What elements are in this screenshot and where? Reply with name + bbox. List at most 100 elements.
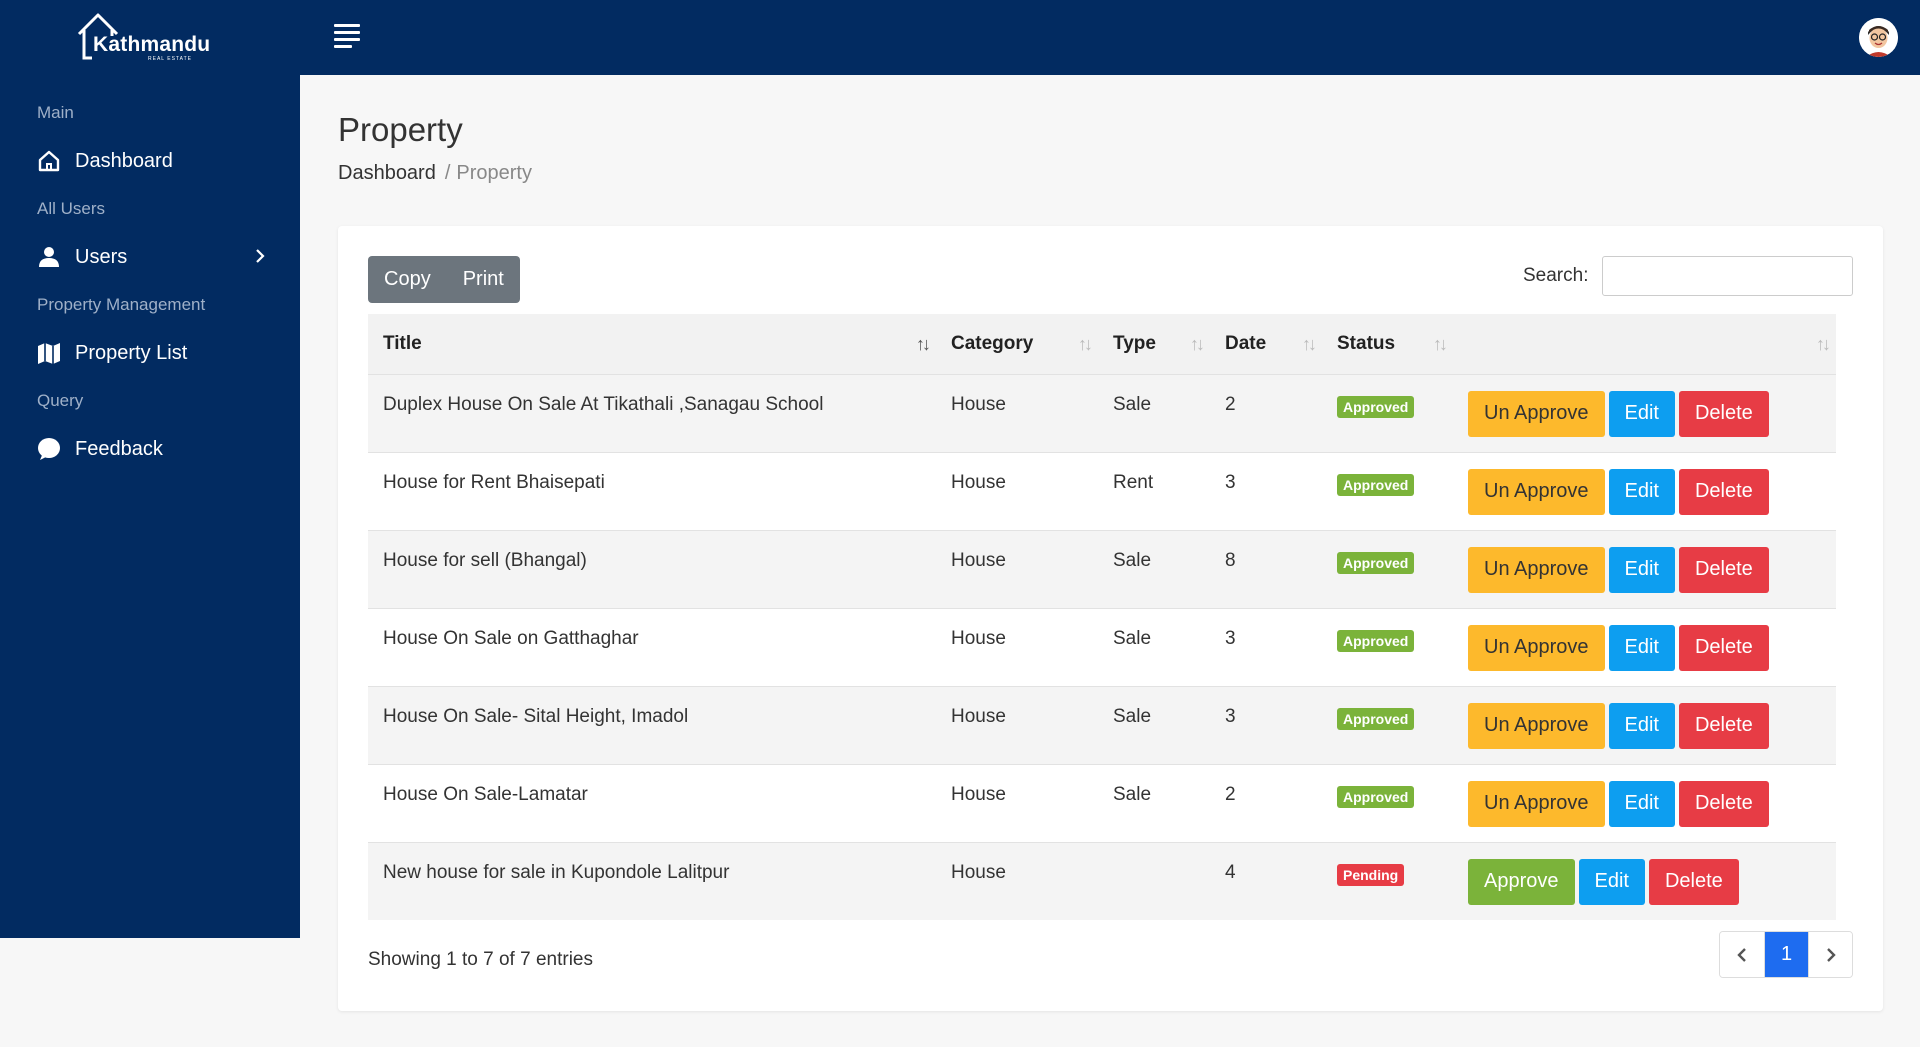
copy-button[interactable]: Copy bbox=[368, 256, 447, 303]
property-table-card: Copy Print Search: Title ↑↓ Category ↑↓ Ty… bbox=[338, 226, 1883, 1011]
print-button[interactable]: Print bbox=[447, 256, 520, 303]
map-icon bbox=[37, 341, 61, 365]
cell-category: House bbox=[936, 685, 1098, 764]
table-row: House On Sale-Lamatar House Sale 2 Appro… bbox=[368, 763, 1836, 842]
chevron-right-icon bbox=[253, 247, 267, 271]
unapprove-button[interactable]: Un Approve bbox=[1468, 546, 1605, 593]
cell-actions: Un Approve Edit Delete bbox=[1453, 763, 1836, 842]
top-header: Kathmandu REAL ESTATE bbox=[0, 0, 1920, 75]
sort-icon: ↑↓ bbox=[1302, 334, 1317, 354]
table-info-text: Showing 1 to 7 of 7 entries bbox=[368, 949, 593, 970]
sidebar-item-dashboard[interactable]: Dashboard bbox=[37, 146, 267, 176]
avatar-face-icon bbox=[1859, 18, 1898, 57]
breadcrumb-separator: / bbox=[444, 162, 451, 184]
sidebar-section-property-management: Property Management bbox=[37, 295, 206, 314]
sidebar-section-main: Main bbox=[37, 103, 74, 122]
cell-category: House bbox=[936, 373, 1098, 452]
next-page-button[interactable] bbox=[1808, 932, 1852, 977]
column-header-actions[interactable]: ↑↓ bbox=[1453, 314, 1836, 374]
cell-type: Sale bbox=[1098, 529, 1210, 608]
unapprove-button[interactable]: Un Approve bbox=[1468, 468, 1605, 515]
delete-button[interactable]: Delete bbox=[1678, 780, 1769, 827]
status-badge: Approved bbox=[1337, 629, 1415, 652]
cell-category: House bbox=[936, 763, 1098, 842]
status-badge: Pending bbox=[1337, 863, 1405, 886]
edit-button[interactable]: Edit bbox=[1608, 702, 1675, 749]
approve-button[interactable]: Approve bbox=[1468, 858, 1575, 905]
status-badge: Approved bbox=[1337, 785, 1415, 808]
user-icon bbox=[37, 245, 61, 269]
page-title: Property bbox=[338, 111, 463, 148]
table-row: Duplex House On Sale At Tikathali ,Sanag… bbox=[368, 373, 1836, 452]
sidebar-item-label: Feedback bbox=[75, 437, 163, 460]
cell-status: Approved bbox=[1322, 373, 1453, 452]
table-row: House On Sale on Gatthaghar House Sale 3… bbox=[368, 607, 1836, 686]
cell-type bbox=[1098, 841, 1210, 920]
sort-icon: ↑↓ bbox=[1433, 334, 1448, 354]
sidebar: Main Dashboard All Users Users Property … bbox=[0, 75, 300, 938]
chevron-left-icon bbox=[1737, 947, 1746, 962]
logo-subtitle: REAL ESTATE bbox=[148, 56, 192, 62]
cell-actions: Un Approve Edit Delete bbox=[1453, 529, 1836, 608]
sidebar-section-query: Query bbox=[37, 391, 84, 410]
edit-button[interactable]: Edit bbox=[1608, 780, 1675, 827]
column-header-type[interactable]: Type ↑↓ bbox=[1098, 314, 1210, 374]
search-input[interactable] bbox=[1602, 256, 1853, 296]
sort-icon: ↑↓ bbox=[1190, 334, 1205, 354]
breadcrumb: Dashboard / Property bbox=[338, 162, 532, 185]
breadcrumb-link-dashboard[interactable]: Dashboard bbox=[338, 162, 436, 184]
edit-button[interactable]: Edit bbox=[1578, 858, 1645, 905]
pagination: 1 bbox=[1719, 931, 1853, 978]
cell-date: 2 bbox=[1210, 373, 1322, 452]
edit-button[interactable]: Edit bbox=[1608, 546, 1675, 593]
unapprove-button[interactable]: Un Approve bbox=[1468, 702, 1605, 749]
cell-title: House On Sale-Lamatar bbox=[368, 763, 936, 842]
table-row: New house for sale in Kupondole Lalitpur… bbox=[368, 841, 1836, 920]
cell-date: 3 bbox=[1210, 685, 1322, 764]
unapprove-button[interactable]: Un Approve bbox=[1468, 780, 1605, 827]
edit-button[interactable]: Edit bbox=[1608, 390, 1675, 437]
sidebar-item-property-list[interactable]: Property List bbox=[37, 338, 267, 368]
delete-button[interactable]: Delete bbox=[1648, 858, 1739, 905]
delete-button[interactable]: Delete bbox=[1678, 390, 1769, 437]
table-row: House On Sale- Sital Height, Imadol Hous… bbox=[368, 685, 1836, 764]
previous-page-button[interactable] bbox=[1720, 932, 1764, 977]
cell-type: Sale bbox=[1098, 373, 1210, 452]
delete-button[interactable]: Delete bbox=[1678, 468, 1769, 515]
status-badge: Approved bbox=[1337, 707, 1415, 730]
sidebar-item-label: Users bbox=[75, 245, 128, 268]
sidebar-item-users[interactable]: Users bbox=[37, 242, 267, 272]
column-header-category[interactable]: Category ↑↓ bbox=[936, 314, 1098, 374]
cell-type: Sale bbox=[1098, 685, 1210, 764]
status-badge: Approved bbox=[1337, 395, 1415, 418]
table-header-row: Title ↑↓ Category ↑↓ Type ↑↓ Date ↑↓ Status ↑… bbox=[368, 314, 1836, 374]
delete-button[interactable]: Delete bbox=[1678, 624, 1769, 671]
column-header-date[interactable]: Date ↑↓ bbox=[1210, 314, 1322, 374]
cell-title: New house for sale in Kupondole Lalitpur bbox=[368, 841, 936, 920]
column-header-status[interactable]: Status ↑↓ bbox=[1322, 314, 1453, 374]
cell-actions: Un Approve Edit Delete bbox=[1453, 373, 1836, 452]
cell-type: Rent bbox=[1098, 451, 1210, 530]
page-1-button[interactable]: 1 bbox=[1764, 932, 1808, 977]
cell-date: 8 bbox=[1210, 529, 1322, 608]
property-table: Title ↑↓ Category ↑↓ Type ↑↓ Date ↑↓ Status ↑… bbox=[368, 314, 1836, 920]
sidebar-item-label: Property List bbox=[75, 341, 188, 364]
status-badge: Approved bbox=[1337, 551, 1415, 574]
edit-button[interactable]: Edit bbox=[1608, 624, 1675, 671]
column-header-title[interactable]: Title ↑↓ bbox=[368, 314, 936, 374]
cell-title: House for sell (Bhangal) bbox=[368, 529, 936, 608]
menu-toggle-icon[interactable] bbox=[334, 24, 364, 52]
cell-category: House bbox=[936, 607, 1098, 686]
chat-bubble-icon bbox=[37, 437, 61, 461]
sidebar-item-feedback[interactable]: Feedback bbox=[37, 434, 267, 464]
user-avatar[interactable] bbox=[1859, 18, 1898, 57]
edit-button[interactable]: Edit bbox=[1608, 468, 1675, 515]
cell-actions: Un Approve Edit Delete bbox=[1453, 451, 1836, 530]
unapprove-button[interactable]: Un Approve bbox=[1468, 390, 1605, 437]
cell-status: Approved bbox=[1322, 763, 1453, 842]
delete-button[interactable]: Delete bbox=[1678, 546, 1769, 593]
site-logo[interactable]: Kathmandu REAL ESTATE bbox=[76, 12, 211, 62]
delete-button[interactable]: Delete bbox=[1678, 702, 1769, 749]
sidebar-section-all-users: All Users bbox=[37, 199, 106, 218]
unapprove-button[interactable]: Un Approve bbox=[1468, 624, 1605, 671]
